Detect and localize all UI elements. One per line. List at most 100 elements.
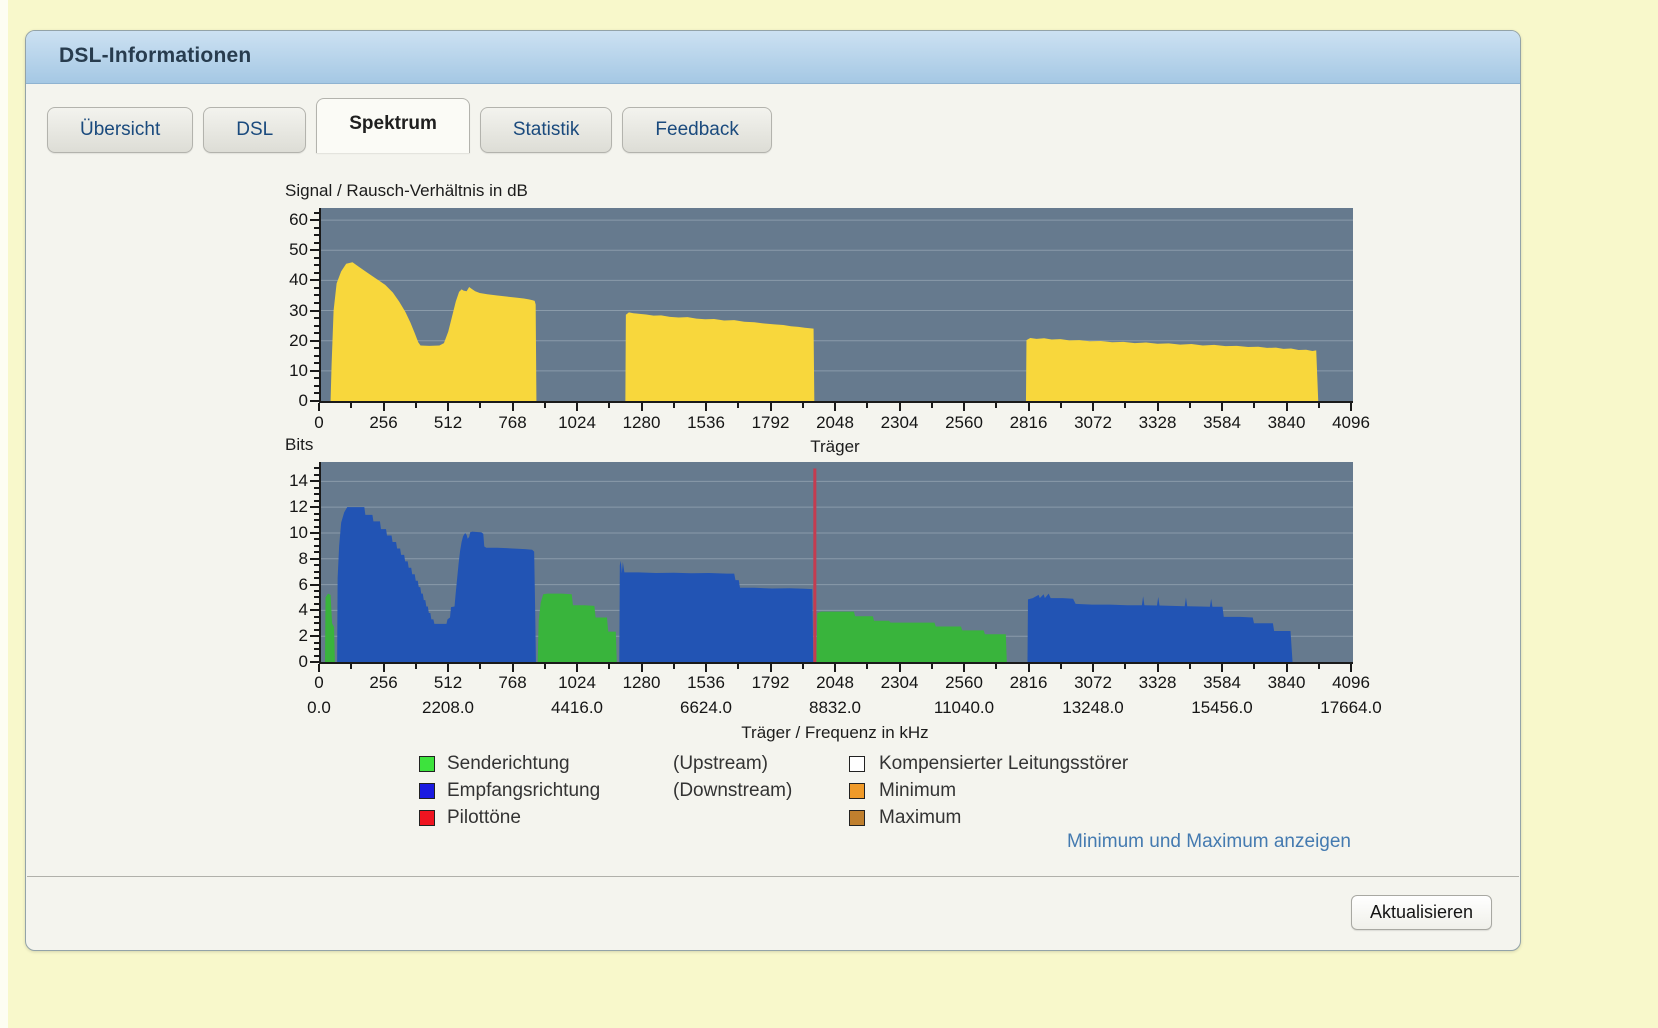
x-tick-label: 3840	[1268, 413, 1306, 433]
series-band	[816, 612, 1006, 662]
y-tick-label: 10	[289, 361, 308, 381]
x-tick	[512, 403, 514, 411]
x-tick	[1157, 664, 1159, 672]
x-minor-tick	[737, 403, 739, 408]
x-tick	[447, 664, 449, 672]
y-minor-tick	[314, 317, 319, 319]
x-minor-tick	[608, 403, 610, 408]
y-minor-tick	[314, 629, 319, 631]
y-minor-tick	[314, 467, 319, 469]
refresh-button[interactable]: Aktualisieren	[1351, 895, 1492, 930]
x-tick-label: 3584	[1203, 673, 1241, 693]
y-tick-label: 30	[289, 301, 308, 321]
x-tick	[383, 664, 385, 672]
x-tick	[1028, 403, 1030, 411]
y-tick-label: 2	[299, 626, 308, 646]
x-minor-tick	[1060, 403, 1062, 408]
frequency-tick-label: 15456.0	[1191, 698, 1252, 718]
x-tick-label: 3072	[1074, 413, 1112, 433]
legend-compensated-disturber-label: Kompensierter Leitungsstörer	[879, 753, 1128, 775]
legend-maximum-swatch	[849, 810, 865, 826]
x-minor-tick	[1189, 403, 1191, 408]
tab-bar: ÜbersichtDSLSpektrumStatistikFeedback	[47, 97, 772, 153]
y-minor-tick	[314, 242, 319, 244]
y-minor-tick	[314, 212, 319, 214]
x-tick-label: 1536	[687, 673, 725, 693]
x-tick	[834, 403, 836, 411]
x-tick	[641, 403, 643, 411]
y-minor-tick	[314, 493, 319, 495]
y-minor-tick	[314, 325, 319, 327]
x-minor-tick	[931, 664, 933, 669]
y-tick-label: 40	[289, 270, 308, 290]
series-band	[538, 594, 617, 662]
y-tick	[310, 584, 319, 586]
x-tick	[383, 403, 385, 411]
y-tick-label: 14	[289, 471, 308, 491]
x-minor-tick	[1318, 664, 1320, 669]
bits-x-axis-title: Träger / Frequenz in kHz	[319, 723, 1351, 743]
legend-direction-note: (Downstream)	[673, 780, 792, 802]
y-minor-tick	[314, 642, 319, 644]
x-tick	[899, 403, 901, 411]
frequency-tick-label: 0.0	[307, 698, 331, 718]
x-minor-tick	[866, 664, 868, 669]
legend-direction-note: (Upstream)	[673, 753, 768, 775]
x-minor-tick	[995, 403, 997, 408]
series-band	[1027, 594, 1292, 662]
pilot-tone-marker	[813, 468, 816, 662]
x-tick-label: 2560	[945, 673, 983, 693]
y-tick	[310, 219, 319, 221]
tab-spektrum[interactable]: Spektrum	[316, 98, 470, 153]
bits-y-ticks	[308, 462, 319, 662]
y-minor-tick	[314, 655, 319, 657]
legend-pilot-tones-swatch	[419, 810, 435, 826]
y-minor-tick	[314, 487, 319, 489]
series-band	[625, 312, 814, 401]
x-tick-label: 3328	[1139, 413, 1177, 433]
frequency-tick-label: 17664.0	[1320, 698, 1381, 718]
footer-divider	[27, 876, 1519, 877]
tab-feedback[interactable]: Feedback	[622, 107, 771, 153]
page-title: DSL-Informationen	[59, 44, 251, 68]
x-tick-label: 1024	[558, 673, 596, 693]
snr-chart-title: Signal / Rausch-Verhältnis in dB	[285, 181, 528, 201]
x-tick	[770, 403, 772, 411]
y-minor-tick	[314, 347, 319, 349]
bits-x-tick-labels: 0256512768102412801536179220482304256028…	[319, 673, 1351, 693]
x-tick	[1221, 403, 1223, 411]
x-tick	[1286, 664, 1288, 672]
x-tick	[1350, 403, 1352, 411]
x-tick-label: 4096	[1332, 413, 1370, 433]
x-tick-label: 2304	[881, 413, 919, 433]
panel-header: DSL-Informationen	[26, 31, 1520, 84]
tab-statistik[interactable]: Statistik	[480, 107, 613, 153]
x-tick-label: 1792	[752, 673, 790, 693]
tab-dsl[interactable]: DSL	[203, 107, 306, 153]
y-minor-tick	[314, 519, 319, 521]
x-tick	[1286, 403, 1288, 411]
show-min-max-link[interactable]: Minimum und Maximum anzeigen	[319, 831, 1351, 853]
y-tick	[310, 480, 319, 482]
x-tick-label: 0	[314, 413, 323, 433]
x-minor-tick	[995, 664, 997, 669]
y-tick	[310, 661, 319, 663]
series-band	[331, 262, 537, 401]
x-minor-tick	[350, 664, 352, 669]
tab--bersicht[interactable]: Übersicht	[47, 107, 193, 153]
y-minor-tick	[314, 362, 319, 364]
legend-compensated-disturber-swatch	[849, 756, 865, 772]
y-tick	[310, 400, 319, 402]
x-tick	[318, 664, 320, 672]
x-minor-tick	[544, 664, 546, 669]
bits-chart-title: Bits	[285, 435, 313, 455]
y-minor-tick	[314, 294, 319, 296]
x-tick	[1092, 664, 1094, 672]
y-tick-label: 0	[299, 391, 308, 411]
y-minor-tick	[314, 355, 319, 357]
x-minor-tick	[479, 403, 481, 408]
chart-canvas	[321, 208, 1353, 401]
y-tick-label: 20	[289, 331, 308, 351]
bits-chart-plot	[319, 462, 1353, 664]
x-tick-label: 1792	[752, 413, 790, 433]
